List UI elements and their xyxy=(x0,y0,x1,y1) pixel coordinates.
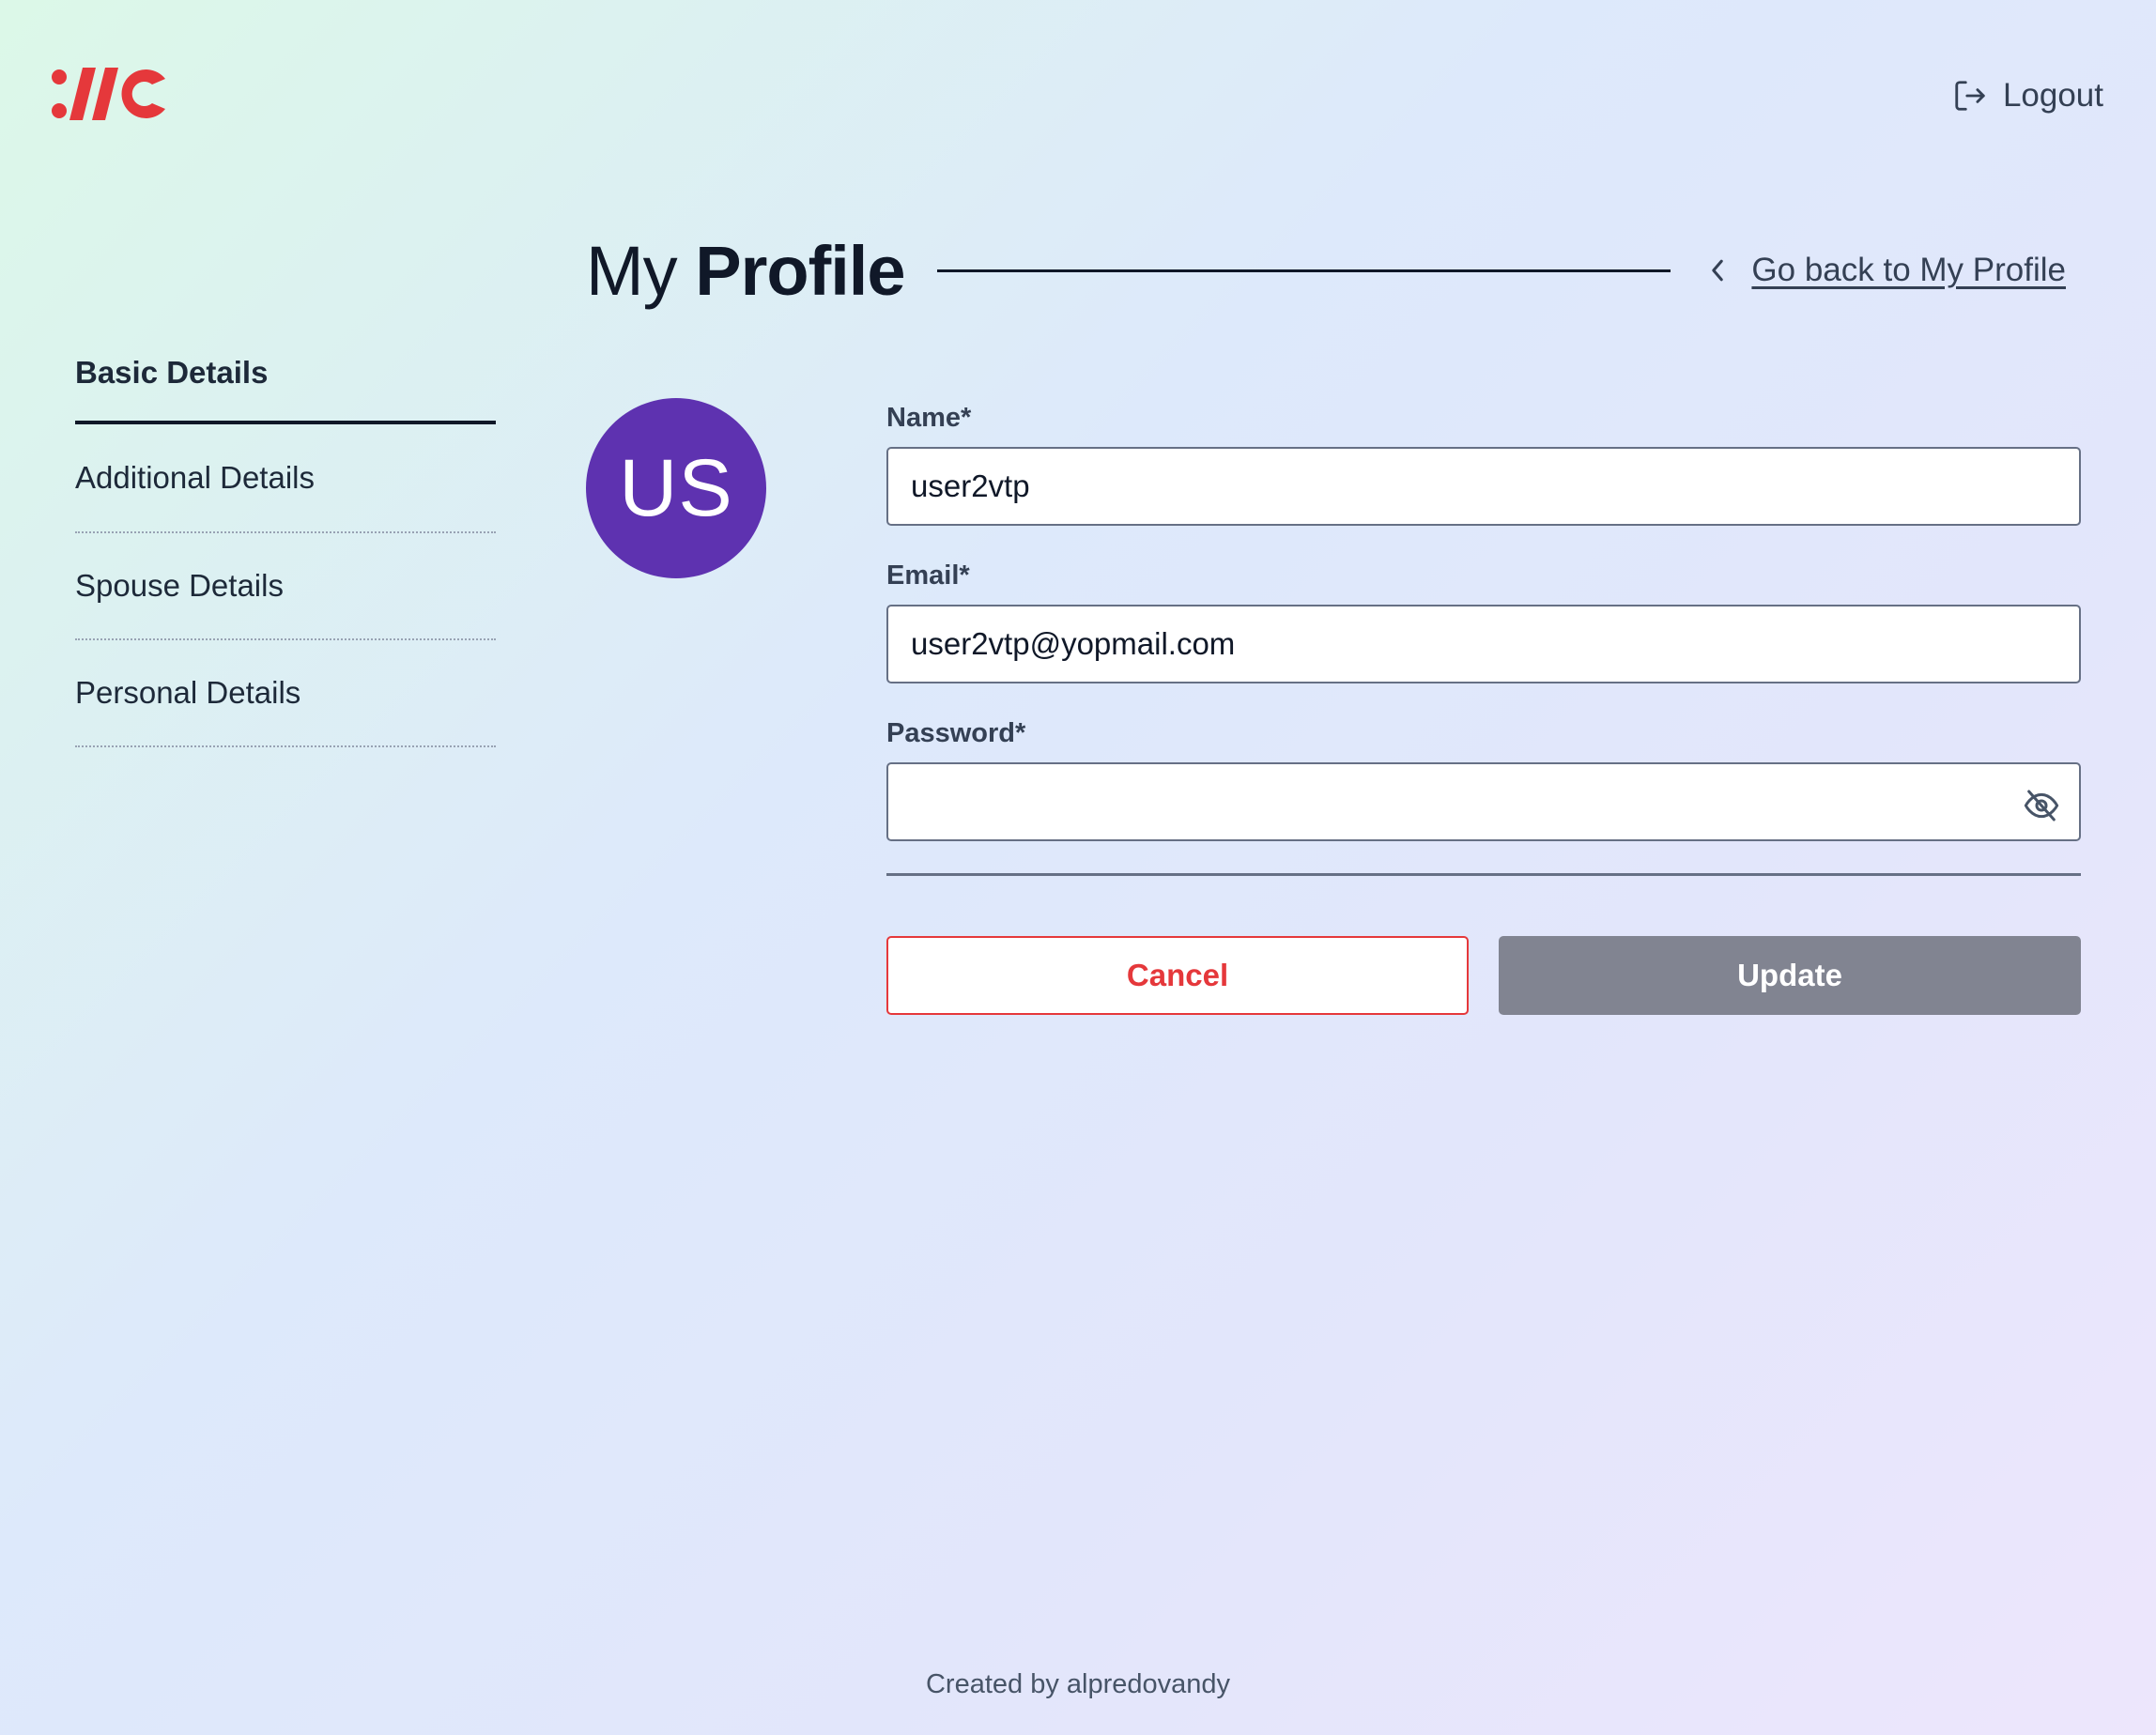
email-label: Email* xyxy=(886,560,970,591)
email-field-group: Email* xyxy=(886,556,2081,683)
password-label: Password* xyxy=(886,718,1026,748)
form-divider xyxy=(886,873,2081,876)
page-header: My Profile Go back to My Profile xyxy=(586,225,2066,315)
go-back-link[interactable]: Go back to My Profile xyxy=(1706,252,2066,289)
page-title-prefix: My xyxy=(586,231,678,310)
sidebar-item-personal-details[interactable]: Personal Details xyxy=(75,640,496,747)
name-field-group: Name* xyxy=(886,398,2081,526)
avatar-initials: US xyxy=(619,442,733,533)
profile-sections-nav: Basic Details Additional Details Spouse … xyxy=(75,355,496,747)
sidebar-item-spouse-details[interactable]: Spouse Details xyxy=(75,533,496,640)
password-input[interactable] xyxy=(886,762,2081,841)
sidebar-item-label: Personal Details xyxy=(75,675,301,710)
go-back-link-label: Go back to My Profile xyxy=(1751,252,2066,288)
password-input-wrapper xyxy=(886,762,2081,841)
update-button[interactable]: Update xyxy=(1499,936,2081,1015)
page-title-bold: Profile xyxy=(695,231,905,310)
title-divider xyxy=(936,269,1671,272)
logo-mark-icon xyxy=(52,68,165,120)
password-field-group: Password* xyxy=(886,714,2081,841)
eye-off-icon[interactable] xyxy=(2023,787,2060,824)
sidebar-item-label: Additional Details xyxy=(75,460,315,495)
basic-details-form: Name* Email* Password* Cancel Update xyxy=(886,398,2081,1015)
chevron-left-icon xyxy=(1712,259,1724,282)
brand-logo[interactable] xyxy=(51,66,169,122)
form-actions: Cancel Update xyxy=(886,936,2081,1015)
avatar: US xyxy=(586,398,766,578)
page-title: My Profile xyxy=(586,231,906,311)
sidebar-item-label: Basic Details xyxy=(75,355,269,390)
email-input[interactable] xyxy=(886,605,2081,683)
logout-icon xyxy=(1955,81,1985,111)
footer-credit: Created by alpredovandy xyxy=(925,1669,1231,1699)
logout-button[interactable]: Logout xyxy=(1952,77,2103,115)
cancel-button[interactable]: Cancel xyxy=(886,936,1469,1015)
name-label: Name* xyxy=(886,403,972,433)
name-input[interactable] xyxy=(886,447,2081,526)
sidebar-item-label: Spouse Details xyxy=(75,568,284,603)
sidebar-item-basic-details[interactable]: Basic Details xyxy=(75,355,496,424)
logout-label: Logout xyxy=(2002,77,2103,114)
sidebar-item-additional-details[interactable]: Additional Details xyxy=(75,424,496,533)
